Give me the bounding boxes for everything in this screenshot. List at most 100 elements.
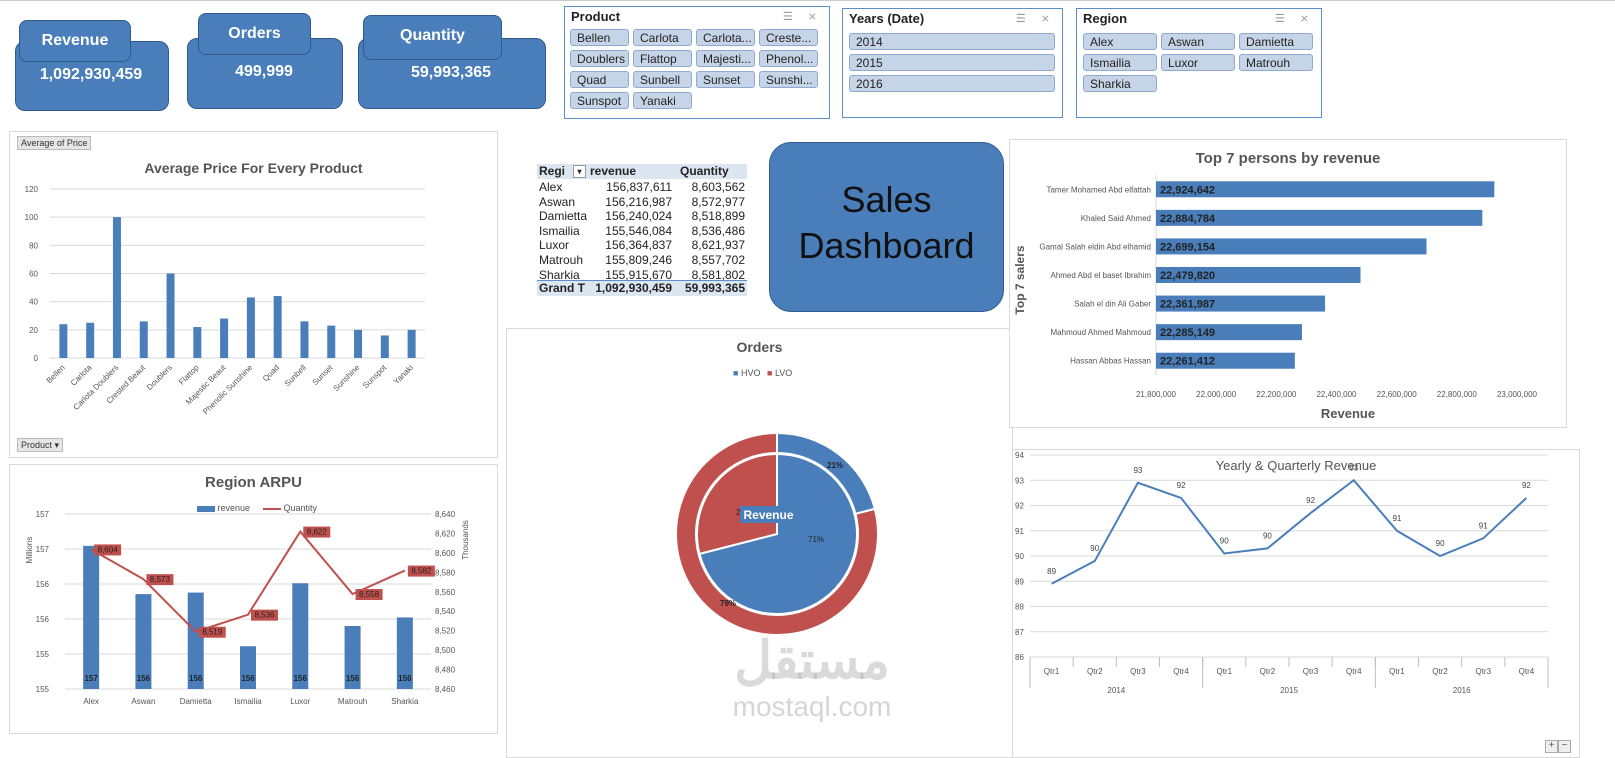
pivot-row: Alex 156,837,611 8,603,562 (537, 180, 747, 195)
years-slicer: Years (Date) ☰ ⨯ 2014 2015 2016 (842, 8, 1063, 118)
bar-data-label: 22,699,154 (1160, 241, 1216, 253)
x-group-label: 2016 (1453, 686, 1471, 695)
x-tick-label: Qtr2 (1260, 667, 1276, 676)
slicer-item[interactable]: 2015 (849, 54, 1055, 71)
bar-data-label: 22,361,987 (1160, 299, 1215, 311)
slicer-item[interactable]: Carlota... (696, 29, 755, 46)
y-left-axis-label: Millions (25, 537, 34, 564)
y-tick-label: 100 (25, 213, 39, 222)
y-right-tick-label: 8,520 (435, 627, 456, 636)
line-data-label: 90 (1090, 544, 1099, 553)
slicer-item[interactable]: Doublers (570, 50, 629, 67)
x-tick-label: 22,200,000 (1256, 390, 1297, 399)
line-data-label: 8,558 (359, 590, 380, 599)
slicer-item[interactable]: Sunbell (633, 71, 692, 88)
bar (354, 329, 363, 358)
slicer-item[interactable]: Sunset (696, 71, 755, 88)
bar-data-label: 156 (294, 674, 308, 683)
pivot-cell-revenue: 156,240,024 (605, 209, 672, 224)
x-tick-label: 21,800,000 (1136, 390, 1177, 399)
y-tick-label: Salah el din Ali Gaber (1074, 300, 1151, 309)
pivot-cell-region: Alex (539, 180, 563, 194)
pivot-header-quantity: Quantity (680, 164, 729, 178)
slicer-item[interactable]: Bellen (570, 29, 629, 46)
line-data-label: 8,519 (202, 628, 223, 637)
slicer-filter-icon[interactable]: ☰ ⨯ (1275, 12, 1315, 25)
y-tick-label: Khaled Said Ahmed (1081, 214, 1151, 223)
zoom-out-button[interactable]: − (1558, 740, 1571, 753)
slicer-item[interactable]: Aswan (1161, 33, 1235, 50)
slicer-item[interactable]: Sunshi... (759, 71, 818, 88)
y-left-tick-label: 155 (36, 650, 50, 659)
line-data-label: 90 (1436, 539, 1445, 548)
slicer-item[interactable]: Ismailia (1083, 54, 1157, 71)
bar (273, 296, 282, 358)
x-tick-label: Qtr2 (1087, 667, 1103, 676)
y-right-tick-label: 8,460 (435, 685, 456, 694)
slicer-item[interactable]: 2014 (849, 33, 1055, 50)
slicer-item[interactable]: Alex (1083, 33, 1157, 50)
x-tick-label: Sunspot (361, 363, 389, 391)
product-slicer-title: Product (571, 9, 621, 24)
y-tick-label: 88 (1015, 603, 1024, 612)
slicer-item[interactable]: Flattop (633, 50, 692, 67)
watermark-arabic: مستقل (734, 632, 890, 690)
bar-data-label: 22,261,412 (1160, 356, 1215, 368)
line-data-label: 90 (1220, 536, 1229, 545)
series-name-label: Revenue (743, 508, 793, 522)
y-right-tick-label: 8,500 (435, 646, 456, 655)
sales-title-line1: Sales (841, 179, 932, 220)
pivot-total-revenue: 1,092,930,459 (595, 281, 672, 295)
kpi-quantity-value: 59,993,365 (410, 64, 492, 81)
slicer-filter-icon[interactable]: ☰ ⨯ (1016, 12, 1056, 25)
kpi-revenue-label: Revenue (19, 20, 131, 62)
filter-dropdown-icon[interactable]: ▾ (573, 165, 586, 178)
bar (139, 321, 148, 358)
y-left-tick-label: 156 (36, 580, 50, 589)
x-group-label: 2015 (1280, 686, 1298, 695)
line-data-label: 92 (1306, 496, 1315, 505)
x-tick-label: Qtr1 (1044, 667, 1060, 676)
slicer-item[interactable]: Carlota (633, 29, 692, 46)
yearly-panel: 86 87 88 89 90 91 92 93 94 89 90 93 92 90 90 92 93 91 90 91… (1012, 449, 1580, 758)
line-revenue (1051, 478, 1528, 585)
axis-field-button[interactable]: Product ▾ (17, 438, 64, 452)
y-tick-label: 89 (1015, 577, 1024, 586)
slicer-item[interactable]: Yanaki (633, 92, 692, 109)
line-data-label: 92 (1177, 481, 1186, 490)
x-tick-label: Qtr3 (1303, 667, 1319, 676)
slicer-filter-icon[interactable]: ☰ ⨯ (783, 10, 823, 23)
x-tick-label: Qtr4 (1346, 667, 1362, 676)
slicer-item[interactable]: Quad (570, 71, 629, 88)
slicer-item[interactable]: Creste... (759, 29, 818, 46)
slicer-item[interactable]: Majesti... (696, 50, 755, 67)
x-tick-label: Qtr3 (1130, 667, 1146, 676)
bar (327, 325, 336, 358)
pivot-header-region: Regi (539, 164, 566, 178)
slicer-item[interactable]: Sharkia (1083, 75, 1157, 92)
slicer-item[interactable]: Phenol... (759, 50, 818, 67)
y-right-tick-label: 8,580 (435, 568, 456, 577)
line-data-label: 92 (1522, 481, 1531, 490)
line-data-label: 8,582 (411, 567, 432, 576)
avg-price-panel: Average of Price Product ▾ Average Price… (9, 131, 498, 458)
slicer-item[interactable]: Damietta (1239, 33, 1313, 50)
bar-data-label: 22,285,149 (1160, 327, 1215, 339)
slicer-item[interactable]: 2016 (849, 75, 1055, 92)
bar-revenue (83, 545, 100, 689)
kpi-quantity-label: Quantity (363, 15, 502, 60)
slicer-item[interactable]: Luxor (1161, 54, 1235, 71)
x-axis-label: Revenue (1321, 406, 1375, 421)
pivot-total-label: Grand T (539, 281, 586, 295)
y-right-tick-label: 8,640 (435, 510, 456, 519)
y-tick-label: 90 (1015, 552, 1024, 561)
zoom-in-button[interactable]: + (1545, 740, 1558, 753)
pivot-cell-region: Luxor (539, 238, 570, 253)
outer-label: 79% (720, 599, 736, 608)
bar-data-label: 157 (84, 674, 98, 683)
slicer-item[interactable]: Matrouh (1239, 54, 1313, 71)
bar-data-label: 156 (241, 674, 255, 683)
y-right-tick-label: 8,620 (435, 529, 456, 538)
pivot-cell-region: Damietta (539, 209, 588, 224)
slicer-item[interactable]: Sunspot (570, 92, 629, 109)
